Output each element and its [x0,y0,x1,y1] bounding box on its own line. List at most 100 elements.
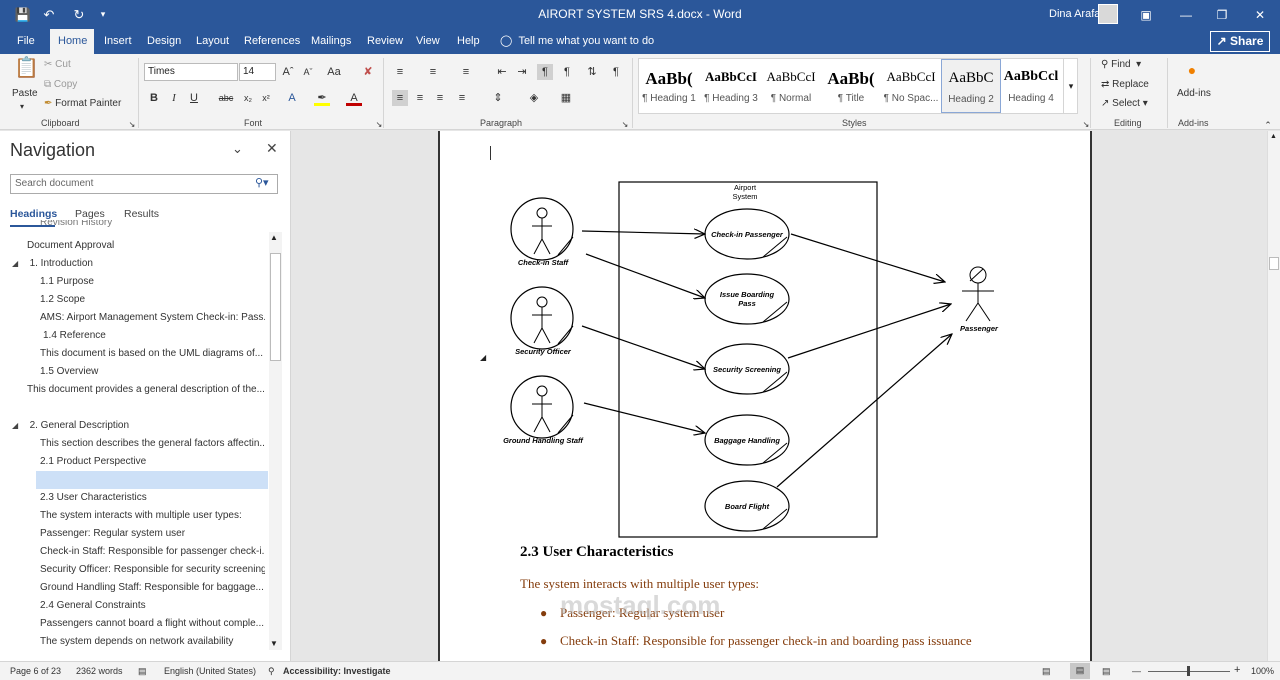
replace-button[interactable]: ⇄ Replace [1101,79,1149,90]
bold-icon[interactable]: B [146,90,162,106]
nav-item[interactable] [40,471,280,489]
scroll-down-icon[interactable]: ▼ [270,639,278,648]
nav-item[interactable]: Revision History [40,220,280,228]
tab-view[interactable]: View [408,29,448,54]
strikethrough-icon[interactable]: abc [218,90,234,106]
line-spacing-icon[interactable]: ⇕ [490,90,506,106]
use-case-diagram[interactable]: Airport System Check-in Staff Security O… [440,131,1090,541]
nav-item[interactable]: 1.5 Overview [40,363,280,381]
shrink-font-icon[interactable]: Aˇ [300,64,316,80]
word-count[interactable]: 2362 words [76,666,123,676]
ribbon-display-icon[interactable]: ▣ [1126,0,1166,29]
nav-item[interactable]: The system depends on network availabili… [40,633,265,651]
align-center-icon[interactable]: ≡ [412,90,428,106]
accessibility-icon[interactable]: ⚲ [268,666,275,677]
nav-close-icon[interactable]: ✕ [266,140,278,157]
nav-item[interactable]: This section describes the general facto… [40,435,265,453]
justify-icon[interactable]: ≡ [454,90,470,106]
style-title[interactable]: AaBb(¶ Title [821,59,881,113]
copy-button[interactable]: ⧉ Copy [44,79,77,90]
style-heading-3[interactable]: AaBbCcI ¶ Heading 3 [701,59,761,113]
zoom-level[interactable]: 100% [1251,666,1274,676]
tab-file[interactable]: File [9,29,43,54]
page-indicator[interactable]: Page 6 of 23 [10,666,61,676]
scroll-up-icon[interactable]: ▲ [1270,133,1277,140]
style-no-spacing[interactable]: AaBbCcI ¶ No Spac... [881,59,941,113]
nav-item[interactable]: Document Approval [27,237,267,255]
nav-item[interactable]: AMS: Airport Management System Check-in:… [40,309,265,327]
cut-button[interactable]: ✂ Cut [44,59,71,70]
tab-pages[interactable]: Pages [75,208,105,220]
change-case-icon[interactable]: Aa [326,64,342,80]
sort-icon[interactable]: ⇅ [584,64,600,80]
clear-formatting-icon[interactable]: ✘ [360,64,376,80]
restore-icon[interactable]: ❐ [1202,0,1242,29]
document-scrollbar[interactable]: ▲ [1267,131,1280,661]
nav-item[interactable]: 2.3 User Characteristics [40,489,280,507]
tell-me-search[interactable]: ◯ Tell me what you want to do [500,29,654,54]
tab-layout[interactable]: Layout [188,29,237,54]
nav-item[interactable]: This document provides a general descrip… [27,381,265,399]
nav-item[interactable]: The system interacts with multiple user … [40,507,280,525]
grow-font-icon[interactable]: Aˆ [280,64,296,80]
zoom-in-icon[interactable]: + [1234,664,1240,676]
web-layout-icon[interactable]: ▤ [1102,666,1111,677]
italic-icon[interactable]: I [166,90,182,106]
document-page[interactable]: ◢ Airport System Check-in Staff Security… [438,131,1092,661]
nav-item[interactable]: 2.1 Product Perspective [40,453,280,471]
ltr-icon[interactable]: ¶ [537,64,553,80]
document-area[interactable]: ◢ Airport System Check-in Staff Security… [292,131,1267,661]
multilevel-list-icon[interactable]: ≡ [458,64,474,80]
minimize-icon[interactable]: — [1166,0,1206,29]
tab-results[interactable]: Results [124,208,159,220]
collapse-arrow-icon[interactable]: ◢ [12,417,24,435]
nav-item[interactable]: Ground Handling Staff: Responsible for b… [40,579,265,597]
nav-item[interactable]: 1.2 Scope [40,291,280,309]
paste-button[interactable]: Paste [12,88,38,99]
increase-indent-icon[interactable]: ⇥ [514,64,530,80]
numbering-icon[interactable]: ≡ [425,64,441,80]
tab-review[interactable]: Review [359,29,411,54]
tab-help[interactable]: Help [449,29,488,54]
tab-home[interactable]: Home [50,29,94,54]
tab-mailings[interactable]: Mailings [303,29,359,54]
borders-icon[interactable]: ▦ [558,90,574,106]
rtl-icon[interactable]: ¶ [559,64,575,80]
list-item[interactable]: Check-in Staff: Responsible for passenge… [560,633,972,649]
accessibility-status[interactable]: Accessibility: Investigate [283,666,391,676]
search-document-input[interactable]: Search document [10,174,278,194]
select-button[interactable]: ↗ Select ▾ [1101,98,1148,109]
style-heading-2[interactable]: AaBbC Heading 2 [941,59,1001,113]
collapse-arrow-icon[interactable]: ◢ [12,255,24,273]
section-heading[interactable]: 2.3 User Characteristics [520,544,673,561]
tab-headings[interactable]: Headings [10,208,57,220]
underline-icon[interactable]: U [186,90,202,106]
nav-options-icon[interactable]: ⌄ [232,141,243,157]
paste-icon[interactable]: 📋 [14,58,39,84]
nav-item[interactable]: 1.1 Purpose [40,273,280,291]
language-indicator[interactable]: English (United States) [164,666,256,676]
font-color-icon[interactable]: A [346,90,362,106]
user-name[interactable]: Dina Arafa [1049,8,1100,20]
scroll-thumb[interactable] [1269,257,1279,270]
nav-item[interactable]: 1.4 Reference [43,327,283,345]
nav-item[interactable]: Passenger: Regular system user [40,525,280,543]
align-left-icon[interactable]: ≡ [392,90,408,106]
nav-item[interactable]: This document is based on the UML diagra… [40,345,265,363]
scroll-up-icon[interactable]: ▲ [270,233,278,242]
show-marks-icon[interactable]: ¶ [608,64,624,80]
share-button[interactable]: ↗ Share [1210,31,1270,52]
tab-design[interactable]: Design [139,29,189,54]
style-heading-1[interactable]: AaBb(¶ Heading 1 [639,59,699,113]
nav-item[interactable]: ◢ 1. Introduction [12,255,252,273]
addins-button[interactable]: Add-ins [1177,88,1211,99]
format-painter-button[interactable]: ✒ Format Painter [44,98,121,109]
style-heading-4[interactable]: AaBbCcl Heading 4 [1001,59,1061,113]
shading-icon[interactable]: ◈ [526,90,542,106]
search-icon[interactable]: ⚲▾ [255,176,269,189]
close-icon[interactable]: ✕ [1240,0,1280,29]
style-normal[interactable]: AaBbCcI ¶ Normal [761,59,821,113]
paste-dropdown-icon[interactable]: ▾ [20,102,24,111]
highlight-icon[interactable]: ✒ [314,90,330,106]
text-effects-icon[interactable]: A [284,90,300,106]
